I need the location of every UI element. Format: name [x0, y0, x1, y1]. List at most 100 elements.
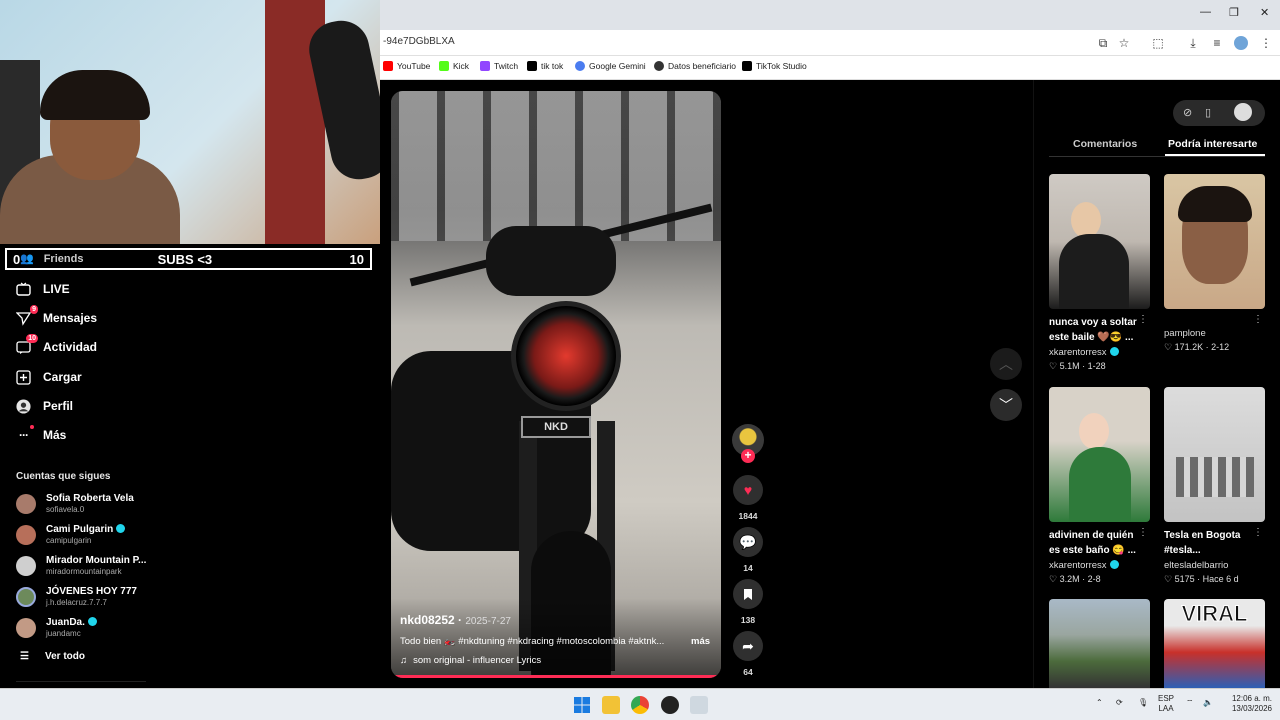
tab-comments[interactable]: Comentarios [1073, 138, 1137, 150]
bookmark-datos[interactable]: Datos beneficiario [654, 61, 736, 71]
app-icon[interactable] [690, 696, 708, 714]
see-all-button[interactable]: ☰ Ver todo [20, 651, 85, 662]
bookmark-label: YouTube [397, 61, 431, 71]
file-explorer-icon[interactable] [602, 696, 620, 714]
extensions-icon[interactable]: ⬚ [1151, 36, 1165, 50]
card-thumbnail[interactable] [1049, 174, 1150, 309]
recommended-card[interactable]: VIRAL [1164, 599, 1265, 688]
card-thumbnail[interactable] [1049, 599, 1150, 688]
comment-icon[interactable]: 💬 [733, 527, 763, 557]
sidebar-item-profile[interactable]: Perfil [16, 395, 73, 417]
sidebar-item-more[interactable]: ··· Más [16, 424, 66, 446]
next-video-button[interactable]: ﹀ [990, 389, 1022, 421]
following-item[interactable]: Mirador Mountain P... miradormountainpar… [16, 555, 146, 577]
download-icon[interactable]: ⤓ [1186, 36, 1200, 50]
caption-more-button[interactable]: más [691, 636, 710, 647]
recommended-card[interactable]: pamplone ⋮ ♡ 171.2K · 2-12 [1164, 174, 1265, 353]
video-author[interactable]: nkd08252 · 2025-7-27 [400, 613, 511, 627]
card-thumbnail[interactable]: VIRAL [1164, 599, 1265, 688]
share-action[interactable]: ➦ 64 [733, 631, 763, 677]
save-action[interactable]: 138 [733, 579, 763, 625]
user-avatar[interactable] [1234, 103, 1252, 121]
video-music[interactable]: ♫ som original - influencer Lyrics [400, 655, 541, 666]
tray-sync-icon[interactable]: ⟳ [1116, 698, 1123, 708]
video-caption: Todo bien 🏍️ #nkdtuning #nkdracing #moto… [400, 636, 665, 647]
following-item[interactable]: Sofia Roberta Vela sofiavela.0 [16, 493, 134, 515]
share-count: 64 [743, 667, 753, 677]
bookmark-kick[interactable]: Kick [439, 61, 469, 71]
sidebar-item-messages[interactable]: 9 Mensajes [16, 304, 97, 329]
share-icon[interactable]: ➦ [733, 631, 763, 661]
card-thumbnail[interactable] [1164, 174, 1265, 309]
recommended-card[interactable] [1049, 599, 1150, 688]
clock[interactable]: 12:06 a. m. 13/03/2026 [1222, 694, 1272, 714]
restore-button[interactable]: ❐ [1229, 6, 1239, 19]
card-more-icon[interactable]: ⋮ [1253, 527, 1263, 538]
bookmark-youtube[interactable]: YouTube [383, 61, 430, 71]
browser-menu-icon[interactable]: ⋮ [1259, 36, 1273, 50]
following-item[interactable]: JÓVENES HOY 777 j.h.delacruz.7.7.7 [16, 586, 137, 608]
url-text[interactable]: -94e7DGbBLXA [383, 36, 455, 47]
tray-volume-icon[interactable]: 🔈 [1203, 698, 1213, 708]
following-item[interactable]: Cami Pulgarin camipulgarin [16, 524, 126, 546]
windows-start-icon[interactable] [573, 696, 591, 714]
heart-icon[interactable]: ♥ [733, 475, 763, 505]
card-more-icon[interactable]: ⋮ [1253, 314, 1263, 325]
gemini-icon [575, 61, 585, 71]
media-icon[interactable]: ≡ [1210, 36, 1224, 50]
sidebar-item-upload[interactable]: Cargar [16, 366, 82, 388]
device-icon[interactable]: ▯ [1205, 106, 1211, 119]
tray-mic-icon[interactable]: 🎙 [1138, 698, 1148, 708]
sidebar-item-friends[interactable]: 👥 Friends [20, 252, 83, 266]
address-bar[interactable] [380, 30, 1280, 56]
bookmark-gemini[interactable]: Google Gemini [575, 61, 646, 71]
bookmark-tiktok[interactable]: tik tok [527, 61, 563, 71]
sidebar-item-activity[interactable]: 10 Actividad [16, 333, 97, 358]
comment-action[interactable]: 💬 14 [733, 527, 763, 573]
video-player[interactable]: NKD [391, 91, 721, 678]
obs-icon[interactable] [661, 696, 679, 714]
minimize-button[interactable]: — [1200, 6, 1211, 18]
close-button[interactable]: ✕ [1260, 6, 1269, 19]
language-indicator[interactable]: ESP LAA [1158, 694, 1174, 714]
tab-recommended[interactable]: Podría interesarte [1168, 138, 1257, 150]
bookmark-star-icon[interactable]: ☆ [1117, 36, 1131, 50]
bookmark-twitch[interactable]: Twitch [480, 61, 518, 71]
video-progress-bar[interactable] [391, 675, 721, 678]
previous-video-button[interactable]: ︿ [990, 348, 1022, 380]
music-title: som original - influencer Lyrics [413, 655, 542, 666]
install-app-icon[interactable]: ⧉ [1096, 36, 1110, 50]
sidebar-item-label: Más [43, 428, 67, 442]
card-more-icon[interactable]: ⋮ [1138, 314, 1148, 325]
sidebar-item-live[interactable]: LIVE [16, 278, 70, 300]
tray-wifi-icon[interactable]: ⌔ [1186, 698, 1194, 708]
video-author-name[interactable]: nkd08252 [400, 613, 455, 627]
browser-profile-icon[interactable] [1234, 36, 1248, 50]
card-figure-body [1059, 234, 1129, 309]
following-name: Cami Pulgarin [46, 524, 114, 535]
compass-icon[interactable]: ⊘ [1183, 106, 1192, 119]
follow-plus-button[interactable]: + [741, 449, 755, 463]
following-item[interactable]: JuanDa. juandamc [16, 617, 97, 639]
recommended-card[interactable]: nunca voy a soltar este baile 🤎😎 ... ⋮ x… [1049, 174, 1150, 372]
bookmark-label: tik tok [541, 61, 564, 71]
bookmark-label: Kick [453, 61, 470, 71]
card-author: pamplone [1164, 328, 1206, 339]
subs-title: SUBS <3 [157, 251, 213, 267]
card-more-icon[interactable]: ⋮ [1138, 527, 1148, 538]
messages-icon: 9 [16, 304, 38, 326]
card-title: nunca voy a soltar este baile 🤎😎 ... [1049, 317, 1137, 343]
card-thumbnail[interactable] [1164, 387, 1265, 522]
bookmark-tiktok-studio[interactable]: TikTok Studio [742, 61, 807, 71]
bookmark-icon[interactable] [733, 579, 763, 609]
chrome-icon[interactable] [631, 696, 649, 714]
tabs-divider [1049, 156, 1265, 157]
tiktok-icon [527, 61, 537, 71]
recommended-card[interactable]: adivinen de quién es este baño 😋 ... ⋮ x… [1049, 387, 1150, 585]
card-thumbnail[interactable] [1049, 387, 1150, 522]
like-action[interactable]: ♥ 1844 [733, 475, 763, 521]
tray-chevron-icon[interactable]: ⌃ [1096, 698, 1103, 708]
video-plate: NKD [521, 416, 591, 438]
recommended-card[interactable]: Tesla en Bogota #tesla... ⋮ eltesladelba… [1164, 387, 1265, 585]
heart-outline-icon: ♡ [1049, 574, 1058, 584]
